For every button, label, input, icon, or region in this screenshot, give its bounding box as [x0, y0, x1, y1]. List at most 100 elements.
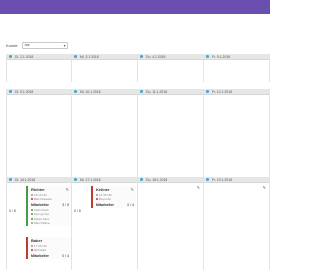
- day-header: Fr. 12.1.2018: [204, 89, 269, 95]
- shift-time: 14:10 Uhr: [31, 193, 69, 197]
- staff-list: Veith Noah Zeeng Lisa Zeliss Sara Mani W…: [31, 208, 69, 225]
- day-header: Fr. 19.1.2018: [204, 177, 269, 183]
- day-staff-count: 0 / 8: [9, 209, 16, 213]
- day-header: Di. 2.1.2018: [7, 54, 71, 60]
- shift-location: Beyreuth: [96, 197, 134, 201]
- shift-time: 17:30 Uhr: [31, 244, 69, 248]
- day-header: Mi. 3.1.2018: [72, 54, 137, 60]
- customer-filter-label: Kunde: [6, 42, 18, 48]
- day-header: Do. 4.1.2018: [138, 54, 203, 60]
- clock-icon: [31, 193, 33, 196]
- day-column[interactable]: Di. 16.1.2018 ✎ 0 / 8 Richter ✎ 14:10 Uh…: [6, 177, 72, 270]
- staff-member-name: Mani Wilma: [34, 221, 50, 225]
- shift-staff-header: Mitarbeiter 3 / 5: [31, 203, 69, 207]
- shift-time-text: 14:10 Uhr: [34, 192, 48, 197]
- staff-label: Mitarbeiter: [96, 203, 114, 207]
- pencil-icon[interactable]: ✎: [263, 185, 266, 190]
- day-column[interactable]: Do. 18.1.2018 ✎: [138, 177, 204, 270]
- day-column[interactable]: Fr. 5.1.2018: [204, 54, 270, 82]
- shift-location-text: Beyreuth: [99, 197, 112, 201]
- day-column[interactable]: Mi. 10.1.2018: [72, 89, 138, 179]
- shift-staff-header: Mitarbeiter 0 / 4: [96, 203, 134, 207]
- staff-count: 0 / 4: [62, 254, 69, 258]
- day-date: Fr. 12.1.2018: [212, 89, 232, 94]
- location-dot-icon: [206, 178, 209, 181]
- clock-icon: [31, 244, 33, 247]
- week-row-1: Di. 2.1.2018 Mi. 3.1.2018 Do. 4.1.2018 F…: [6, 54, 270, 82]
- location-pin-icon: [31, 198, 33, 200]
- staff-member[interactable]: Mani Wilma: [31, 221, 69, 225]
- day-column[interactable]: Di. 9.1.2018: [6, 89, 72, 179]
- shift-location: Bad Oldesloe: [31, 197, 69, 201]
- staff-member-name: Zeliss Sara: [34, 216, 50, 221]
- staff-member[interactable]: Zeeng Lisa: [31, 212, 69, 216]
- day-header: Mi. 10.1.2018: [72, 89, 137, 95]
- day-date: Fr. 5.1.2018: [212, 54, 231, 59]
- pencil-icon[interactable]: ✎: [66, 187, 69, 192]
- staff-member[interactable]: Zeliss Sara: [31, 217, 69, 221]
- day-column[interactable]: Fr. 12.1.2018: [204, 89, 270, 179]
- app-header-bar: [0, 0, 270, 14]
- location-dot-icon: [9, 55, 12, 58]
- location-dot-icon: [9, 178, 12, 181]
- shift-time-text: 17:30 Uhr: [34, 243, 48, 248]
- shift-title: Baker: [31, 238, 43, 243]
- shift-card[interactable]: Richter ✎ 14:10 Uhr Bad Oldesloe Mitarbe…: [26, 186, 71, 226]
- day-column[interactable]: Di. 2.1.2018: [6, 54, 72, 82]
- check-icon: [31, 217, 33, 220]
- location-dot-icon: [74, 178, 77, 181]
- week-row-3: Di. 16.1.2018 ✎ 0 / 8 Richter ✎ 14:10 Uh…: [6, 177, 270, 270]
- pending-icon: [31, 222, 33, 224]
- day-date: Di. 9.1.2018: [15, 89, 34, 94]
- pencil-icon[interactable]: ✎: [197, 185, 200, 190]
- location-dot-icon: [140, 178, 143, 181]
- day-header: Do. 11.1.2018: [138, 89, 203, 95]
- location-pin-icon: [31, 249, 33, 251]
- shift-location-text: Eichwald: [34, 248, 47, 252]
- customer-select-value: n/a: [24, 42, 30, 47]
- customer-select[interactable]: n/a ▾: [21, 41, 68, 49]
- customer-filter: Kunde n/a ▾: [6, 40, 68, 50]
- staff-label: Mitarbeiter: [31, 254, 49, 258]
- week-row-2: Di. 9.1.2018 Mi. 10.1.2018 Do. 11.1.2018…: [6, 89, 270, 179]
- location-dot-icon: [140, 90, 143, 93]
- day-date: Fr. 19.1.2018: [212, 177, 232, 182]
- staff-count: 0 / 4: [127, 203, 134, 207]
- staff-member-name: Zeeng Lisa: [34, 212, 49, 216]
- day-date: Mi. 17.1.2018: [80, 177, 101, 182]
- clock-icon: [96, 193, 98, 196]
- shift-card[interactable]: Kellner ✎ 12:45 Uhr Beyreuth Mitarbeiter…: [91, 186, 136, 208]
- shift-time-text: 12:45 Uhr: [99, 192, 113, 197]
- day-column[interactable]: Do. 4.1.2018: [138, 54, 204, 82]
- day-date: Do. 11.1.2018: [146, 89, 168, 94]
- staff-count: 3 / 5: [62, 203, 69, 207]
- shift-title: Kellner: [96, 187, 110, 192]
- chevron-down-icon: ▾: [63, 42, 66, 48]
- shift-location-text: Bad Oldesloe: [34, 197, 53, 201]
- day-date: Mi. 3.1.2018: [80, 54, 99, 59]
- day-column[interactable]: Do. 11.1.2018: [138, 89, 204, 179]
- pencil-icon[interactable]: ✎: [131, 187, 134, 192]
- location-dot-icon: [206, 55, 209, 58]
- shift-location: Eichwald: [31, 248, 69, 252]
- shift-staff-header: Mitarbeiter 0 / 4: [31, 254, 69, 258]
- day-column[interactable]: Fr. 19.1.2018 ✎: [204, 177, 270, 270]
- day-header: Di. 9.1.2018: [7, 89, 71, 95]
- check-icon: [31, 208, 33, 211]
- shift-card[interactable]: Baker 17:30 Uhr Eichwald Mitarbeiter 0 / …: [26, 237, 71, 259]
- shift-title: Richter: [31, 187, 45, 192]
- location-dot-icon: [9, 90, 12, 93]
- shift-time: 12:45 Uhr: [96, 193, 134, 197]
- day-header: Fr. 5.1.2018: [204, 54, 269, 60]
- location-pin-icon: [96, 198, 98, 200]
- staff-label: Mitarbeiter: [31, 203, 49, 207]
- location-dot-icon: [140, 55, 143, 58]
- day-date: Do. 18.1.2018: [146, 177, 168, 182]
- day-header: Mi. 17.1.2018: [72, 177, 137, 183]
- location-dot-icon: [206, 90, 209, 93]
- day-header: Di. 16.1.2018: [7, 177, 71, 183]
- staff-member[interactable]: Veith Noah: [31, 208, 69, 212]
- day-date: Mi. 10.1.2018: [80, 89, 101, 94]
- day-column[interactable]: Mi. 17.1.2018 ✎ 0 / 8 Kellner ✎ 12:45 Uh…: [72, 177, 138, 270]
- day-column[interactable]: Mi. 3.1.2018: [72, 54, 138, 82]
